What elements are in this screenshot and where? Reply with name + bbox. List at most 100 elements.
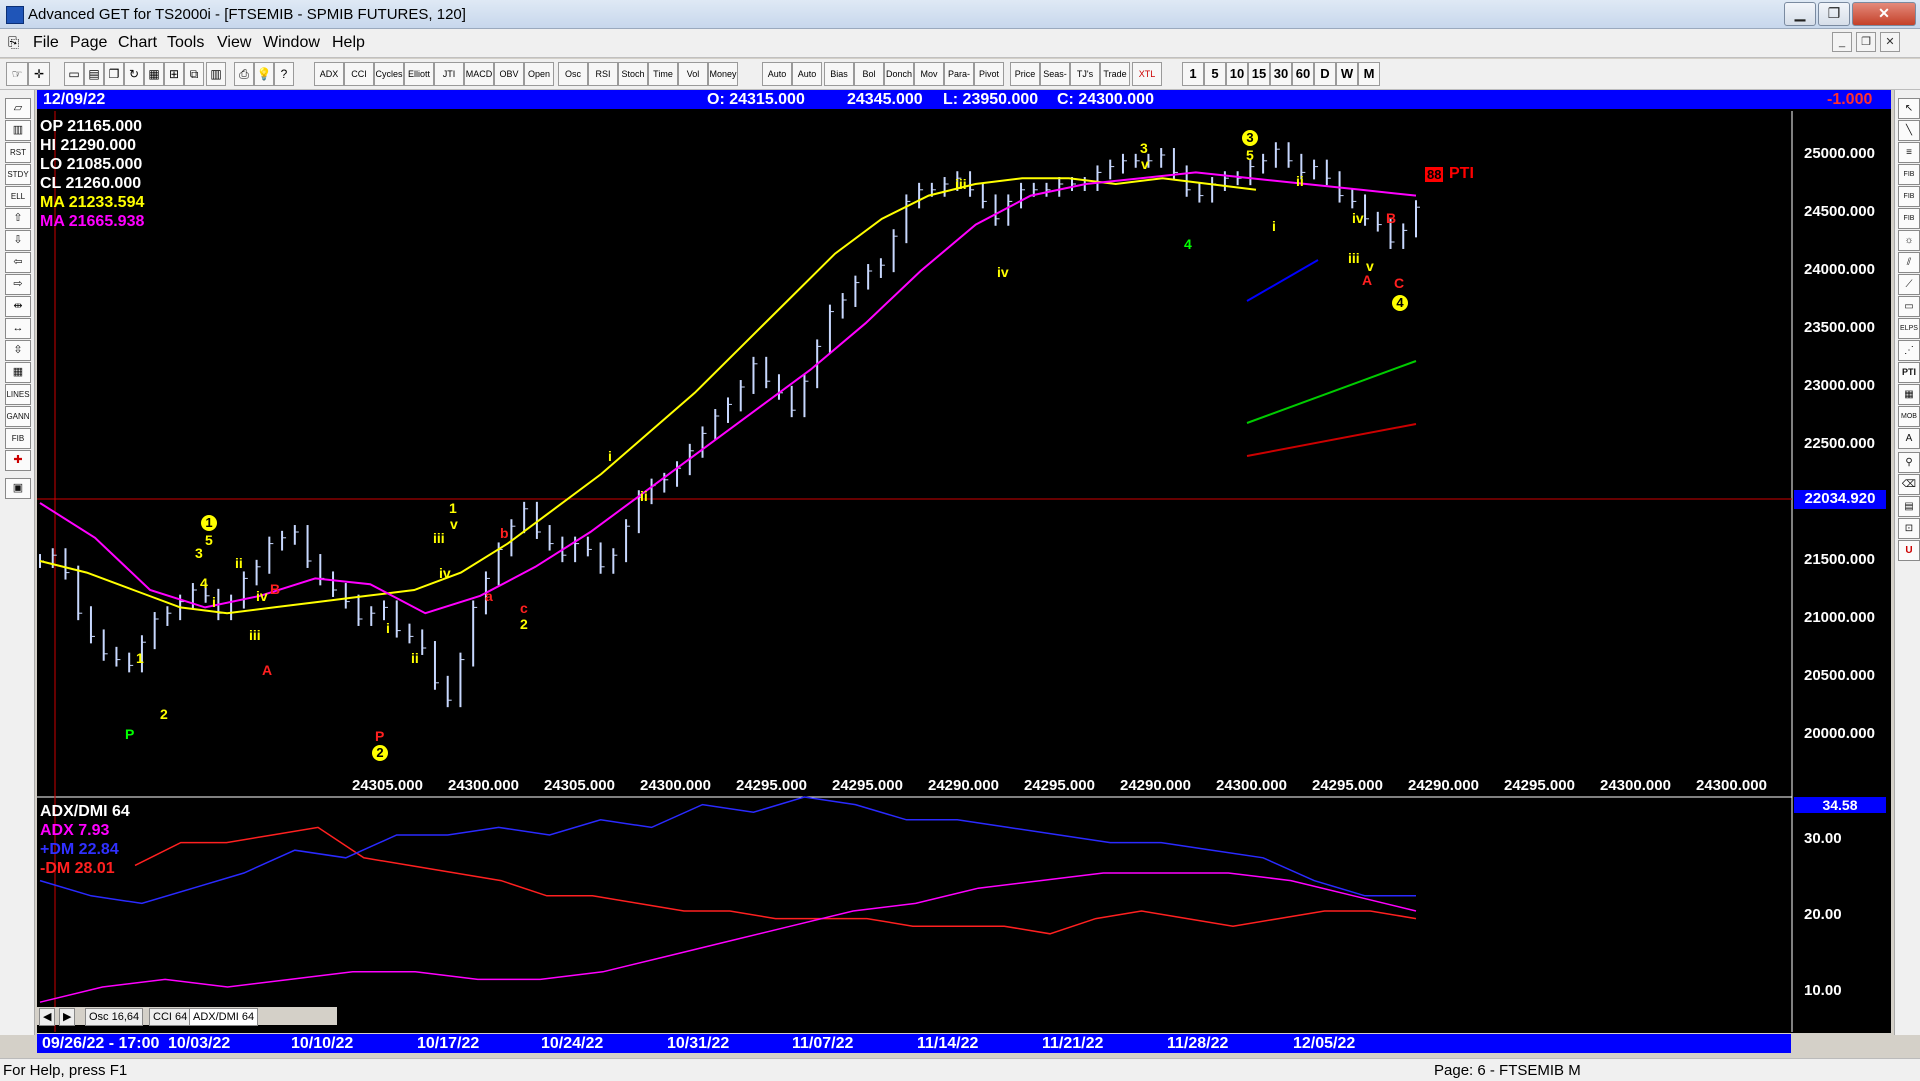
elliott-wave-label: 5 [1246, 147, 1254, 163]
elliott-wave-label: 4 [200, 575, 208, 591]
elliott-wave-label: 3 [1140, 140, 1148, 156]
date-label: 11/21/22 [1042, 1035, 1104, 1052]
bottom-value: 24305.000 [544, 777, 615, 794]
elliott-wave-label: iii [1348, 250, 1360, 266]
elliott-wave-label: 4 [1184, 236, 1192, 252]
bottom-value: 24300.000 [448, 777, 519, 794]
minus-dm-value: -DM 28.01 [40, 860, 115, 877]
adx-line [39, 872, 1417, 1003]
elliott-wave-label: B [1386, 210, 1397, 226]
elliott-wave-label: b [500, 525, 509, 541]
header-low: L: 23950.000 [943, 91, 1039, 108]
adx-axis-label: 30.00 [1804, 830, 1842, 847]
elliott-wave-label: A [262, 662, 273, 678]
tab-cci[interactable]: CCI 64 [149, 1008, 192, 1026]
elliott-wave-label: a [485, 588, 493, 604]
price-axis-label: 23500.000 [1804, 319, 1875, 336]
date-label: 10/03/22 [168, 1035, 231, 1052]
elliott-wave-label: 5 [205, 532, 213, 548]
elliott-wave-label: 3 [195, 545, 203, 561]
plus-dm-line [39, 796, 1416, 905]
status-bar: For Help, press F1 Page: 6 - FTSEMIB M [0, 1058, 1920, 1081]
ohlc-ma-yellow: MA 21233.594 [40, 194, 145, 211]
header-date: 12/09/22 [43, 91, 106, 108]
elliott-wave-label: 1 [136, 650, 144, 666]
bottom-value: 24295.000 [1312, 777, 1383, 794]
elliott-wave-label: iv [997, 264, 1009, 280]
header-change: -1.000 [1827, 91, 1873, 108]
projection-line-red [1246, 423, 1417, 457]
ohlc-ma-magenta: MA 21665.938 [40, 213, 145, 230]
price-axis-label: 25000.000 [1804, 145, 1875, 162]
date-label: 12/05/22 [1293, 1035, 1356, 1052]
date-label: 10/17/22 [417, 1035, 480, 1052]
elliott-wave-label: A [1362, 272, 1373, 288]
cursor-price-label: 22034.920 [1794, 490, 1886, 509]
date-label: 09/26/22 - 17:00 [42, 1035, 160, 1052]
elliott-wave-label: P [375, 728, 385, 744]
date-label: 11/07/22 [792, 1035, 854, 1052]
price-axis-label: 20000.000 [1804, 725, 1875, 742]
elliott-wave-label: iii [249, 627, 261, 643]
tab-scroll-right-icon[interactable]: ▶ [59, 1008, 76, 1026]
ohlc-close: CL 21260.000 [40, 175, 142, 192]
pti-label: PTI [1449, 165, 1474, 182]
moving-average-yellow [39, 177, 1257, 615]
elliott-wave-label: P [125, 726, 135, 742]
adx-axis-label: 20.00 [1804, 906, 1842, 923]
elliott-wave-label: i [386, 620, 390, 636]
status-page-text: Page: 6 - FTSEMIB M [1434, 1062, 1581, 1079]
tab-osc[interactable]: Osc 16,64 [85, 1008, 144, 1026]
elliott-wave-label: 2 [372, 745, 388, 761]
elliott-wave-label: iv [439, 565, 451, 581]
elliott-wave-label: ii [235, 555, 243, 571]
projection-line-blue [1246, 259, 1319, 302]
ohlc-open: OP 21165.000 [40, 118, 143, 135]
elliott-wave-label: i [1272, 218, 1276, 234]
date-label: 11/14/22 [917, 1035, 979, 1052]
elliott-wave-label: iv [1352, 210, 1364, 226]
ohlc-low: LO 21085.000 [40, 156, 143, 173]
elliott-wave-label: iii [955, 176, 967, 192]
bottom-value: 24300.000 [1600, 777, 1671, 794]
bottom-value: 24295.000 [1024, 777, 1095, 794]
bottom-value: 24295.000 [832, 777, 903, 794]
price-axis-label: 20500.000 [1804, 667, 1875, 684]
price-chart[interactable] [0, 0, 1920, 1080]
tab-adx-dmi[interactable]: ADX/DMI 64 [189, 1008, 259, 1026]
date-label: 10/24/22 [541, 1035, 604, 1052]
bottom-value: 24300.000 [1216, 777, 1287, 794]
elliott-wave-label: 4 [1392, 295, 1408, 311]
elliott-wave-label: iii [433, 530, 445, 546]
bottom-value: 24300.000 [640, 777, 711, 794]
moving-average-magenta [39, 171, 1417, 615]
price-axis-label: 22500.000 [1804, 435, 1875, 452]
minus-dm-line [134, 826, 1417, 935]
date-label: 10/10/22 [291, 1035, 354, 1052]
price-axis-label: 21000.000 [1804, 609, 1875, 626]
elliott-wave-label: ii [1296, 173, 1304, 189]
bottom-value: 24300.000 [1696, 777, 1767, 794]
bottom-value: 24290.000 [1120, 777, 1191, 794]
ohlc-high: HI 21290.000 [40, 137, 137, 154]
elliott-wave-label: 1 [201, 515, 217, 531]
elliott-wave-label: 2 [160, 706, 168, 722]
tab-scroll-left-icon[interactable]: ◀ [39, 1008, 56, 1026]
date-label: 10/31/22 [667, 1035, 730, 1052]
header-open: O: 24315.000 [707, 91, 805, 108]
elliott-wave-label: iv [256, 588, 268, 604]
bottom-value: 24290.000 [1408, 777, 1479, 794]
bottom-value: 24305.000 [352, 777, 423, 794]
price-header-bar: 12/09/22 O: 24315.000 24345.000 L: 23950… [37, 90, 1891, 109]
bottom-value: 24295.000 [736, 777, 807, 794]
price-axis-label: 24000.000 [1804, 261, 1875, 278]
header-close: C: 24300.000 [1057, 91, 1154, 108]
elliott-wave-label: 3 [1242, 130, 1258, 146]
elliott-wave-label: ii [640, 488, 648, 504]
elliott-wave-label: v [1141, 156, 1149, 172]
elliott-wave-label: i [212, 594, 216, 610]
elliott-wave-label: C [1394, 275, 1405, 291]
elliott-wave-label: v [450, 516, 458, 532]
elliott-wave-label: 1 [449, 500, 457, 516]
indicator-tabs: ◀ ▶ Osc 16,64 CCI 64 ADX/DMI 64 [37, 1007, 337, 1026]
